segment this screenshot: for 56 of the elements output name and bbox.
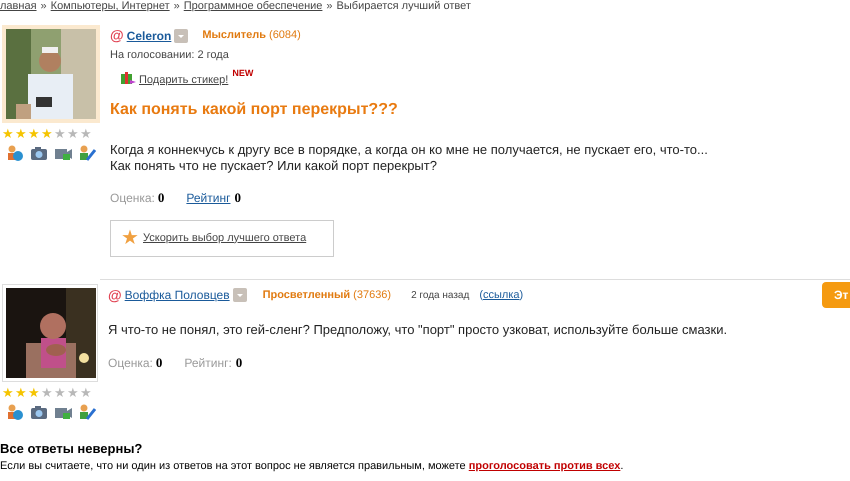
- star-icon: ★: [80, 386, 92, 398]
- answer-text: Я что-то не понял, это гей-сленг? Предположу, что "порт" просто узковат, используйте больше смазки.: [108, 320, 728, 339]
- star-icon: ★: [15, 127, 27, 140]
- rating-value: 0: [234, 189, 241, 207]
- rating-value: 0: [236, 354, 242, 372]
- star-icon: ★: [15, 386, 27, 398]
- user-points: (6084): [269, 28, 301, 44]
- score-label: Оценка:: [110, 190, 155, 207]
- rating-label: Рейтинг:: [184, 355, 232, 372]
- star-icon: ★: [54, 386, 66, 398]
- voting-status: На голосовании: 2 года: [110, 48, 230, 63]
- vote-against-all-link[interactable]: проголосовать против всех: [468, 460, 620, 472]
- people-icon[interactable]: [6, 402, 24, 420]
- rating-link[interactable]: Рейтинг: [186, 189, 230, 207]
- at-sign-icon: @: [110, 25, 124, 46]
- star-icon: ★: [121, 223, 139, 253]
- breadcrumb-link[interactable]: Компьютеры, Интернет: [50, 0, 170, 13]
- permalink[interactable]: ссылка: [483, 286, 520, 304]
- user-link[interactable]: Воффка Половцев: [124, 286, 230, 304]
- answer-time: 2 года назад: [411, 288, 470, 302]
- question-text: Когда я коннекчусь к другу все в порядке, а когда он ко мне не получается, не пускает его, что-то... Как понять что не пускает? Или какой порт перекрыт?: [110, 142, 708, 174]
- footer-text: Если вы считаете, что ни один из ответов на этот вопрос не является правильным, можете проголосовать против всех.: [0, 459, 624, 474]
- user-rank: Просветленный: [262, 288, 350, 303]
- star-icon: ★: [28, 386, 40, 398]
- user-points: (37636): [353, 288, 392, 303]
- parenthesis: ): [520, 288, 524, 303]
- star-icon: ★: [2, 386, 14, 398]
- breadcrumb-separator: »: [40, 0, 47, 13]
- section-heading: Все ответы неверны?: [0, 440, 144, 458]
- star-icon: ★: [67, 386, 79, 398]
- star-icon: ★: [80, 127, 92, 140]
- star-icon: ★: [67, 127, 79, 140]
- camera-icon[interactable]: [30, 144, 48, 162]
- star-icon: ★: [41, 127, 53, 140]
- gift-sticker-link[interactable]: Подарить стикер!: [139, 72, 228, 88]
- star-icon: ★: [28, 127, 40, 140]
- user-link[interactable]: Celeron: [126, 26, 172, 44]
- score-label: Оценка:: [108, 355, 153, 372]
- new-label: NEW: [232, 66, 254, 80]
- breadcrumb-separator: »: [326, 0, 333, 13]
- star-icon: ★: [2, 127, 14, 140]
- user-rank: Мыслитель: [202, 28, 266, 44]
- parenthesis: (: [479, 288, 484, 303]
- person-pencil-icon[interactable]: [78, 144, 96, 162]
- question-title: Как понять какой порт перекрыт???: [110, 100, 399, 120]
- breadcrumb-separator: »: [174, 0, 180, 13]
- star-icon: ★: [41, 386, 53, 398]
- score-value: 0: [156, 354, 162, 372]
- breadcrumb-link[interactable]: Программное обеспечение: [184, 0, 322, 13]
- current-page-label: Выбирается лучший ответ: [336, 0, 471, 13]
- at-sign-icon: @: [108, 284, 122, 306]
- people-icon[interactable]: [6, 144, 24, 162]
- breadcrumb-link[interactable]: лавная: [0, 0, 37, 13]
- star-icon: ★: [54, 127, 66, 140]
- score-value: 0: [158, 189, 164, 207]
- person-pencil-icon[interactable]: [78, 402, 96, 420]
